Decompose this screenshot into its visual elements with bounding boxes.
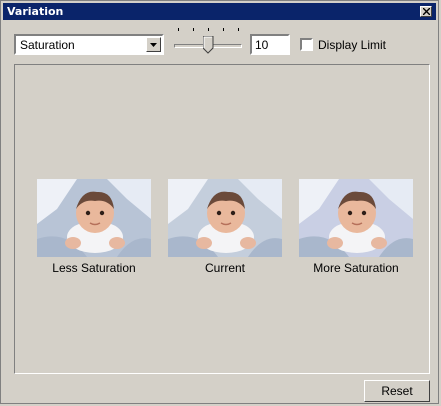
display-limit-label[interactable]: Display Limit	[318, 38, 386, 52]
slider-tick	[223, 28, 224, 31]
amount-slider[interactable]	[174, 26, 242, 60]
variation-caption-current: Current	[204, 261, 245, 275]
amount-input[interactable]: 10	[250, 34, 290, 55]
chevron-down-icon	[150, 43, 157, 47]
mode-select-value: Saturation	[20, 38, 75, 52]
baby-photo	[168, 179, 282, 257]
amount-value: 10	[255, 38, 269, 52]
baby-photo	[37, 179, 151, 257]
variation-thumbnail-more[interactable]	[299, 179, 413, 257]
title-bar: Variation	[3, 3, 436, 20]
variation-caption-more: More Saturation	[313, 261, 399, 275]
mode-select[interactable]: Saturation	[14, 34, 164, 55]
variation-thumbnail-current[interactable]	[168, 179, 282, 257]
close-button[interactable]	[420, 6, 432, 17]
slider-tick	[208, 28, 209, 31]
reset-button[interactable]: Reset	[364, 380, 430, 402]
variation-caption-less: Less Saturation	[52, 261, 136, 275]
mode-select-dropdown-button[interactable]	[146, 37, 161, 52]
slider-tick	[238, 28, 239, 31]
close-icon	[423, 8, 430, 15]
slider-tick	[178, 28, 179, 31]
baby-photo	[299, 179, 413, 257]
slider-thumb[interactable]	[203, 36, 214, 54]
slider-tick	[193, 28, 194, 31]
display-limit-checkbox[interactable]	[300, 38, 313, 51]
variation-thumbnail-less[interactable]	[37, 179, 151, 257]
window-title: Variation	[7, 5, 64, 18]
variations-panel: Less Saturation Current More Saturation	[14, 64, 430, 374]
